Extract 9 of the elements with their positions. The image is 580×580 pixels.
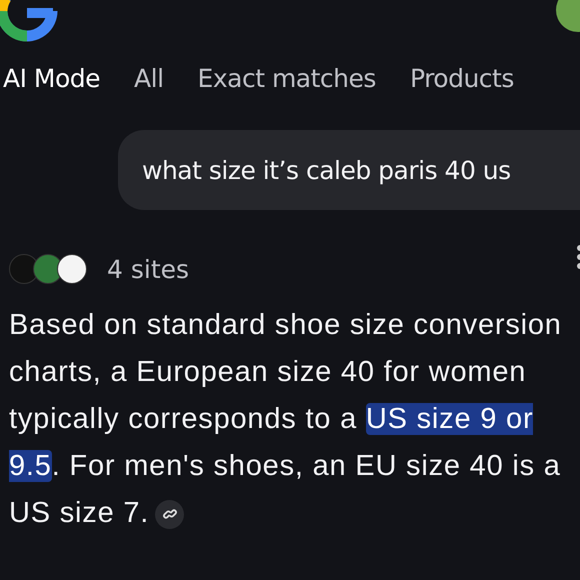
site-logos-icon[interactable] — [9, 254, 87, 284]
answer-paragraph: Based on standard shoe size conversion charts, a European size 40 for women typically corresponds to a US size 9 or 9.5. For men's shoes, an EU size 40 is a US size 7. — [9, 308, 563, 531]
tab[interactable]: Products — [410, 64, 514, 104]
tab[interactable]: All — [134, 64, 164, 104]
sources-count[interactable]: 4 sites — [107, 254, 190, 284]
link-icon[interactable] — [155, 500, 184, 529]
query-bubble: what size it’s caleb paris 40 us — [118, 130, 580, 210]
tab[interactable]: AI Mode — [3, 64, 100, 104]
tab[interactable]: Exact matches — [198, 64, 376, 104]
